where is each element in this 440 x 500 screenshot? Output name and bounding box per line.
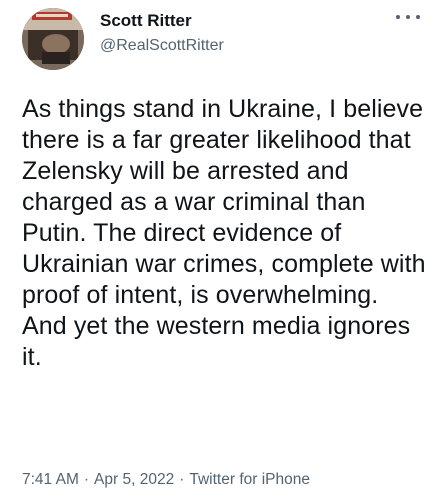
- tweet-metadata: 7:41 AM · Apr 5, 2022 · Twitter for iPhone: [22, 470, 310, 490]
- meta-separator: ·: [179, 471, 185, 488]
- tweet-source[interactable]: Twitter for iPhone: [189, 471, 310, 488]
- tweet-text: As things stand in Ukraine, I believe th…: [22, 95, 426, 371]
- avatar[interactable]: [22, 8, 84, 70]
- avatar-image: [22, 8, 84, 70]
- more-dot: [416, 15, 420, 19]
- author-display-name[interactable]: Scott Ritter: [100, 11, 224, 31]
- author-handle[interactable]: @RealScottRitter: [100, 35, 224, 57]
- tweet-card: Scott Ritter @RealScottRitter As things …: [0, 0, 440, 500]
- more-horizontal-icon[interactable]: [396, 10, 420, 24]
- tweet-date[interactable]: Apr 5, 2022: [94, 471, 174, 488]
- more-dot: [396, 15, 400, 19]
- tweet-header: Scott Ritter @RealScottRitter: [22, 8, 418, 70]
- tweet-time[interactable]: 7:41 AM: [22, 471, 79, 488]
- meta-separator: ·: [83, 471, 90, 488]
- author-identity: Scott Ritter @RealScottRitter: [100, 8, 224, 57]
- more-dot: [406, 15, 410, 19]
